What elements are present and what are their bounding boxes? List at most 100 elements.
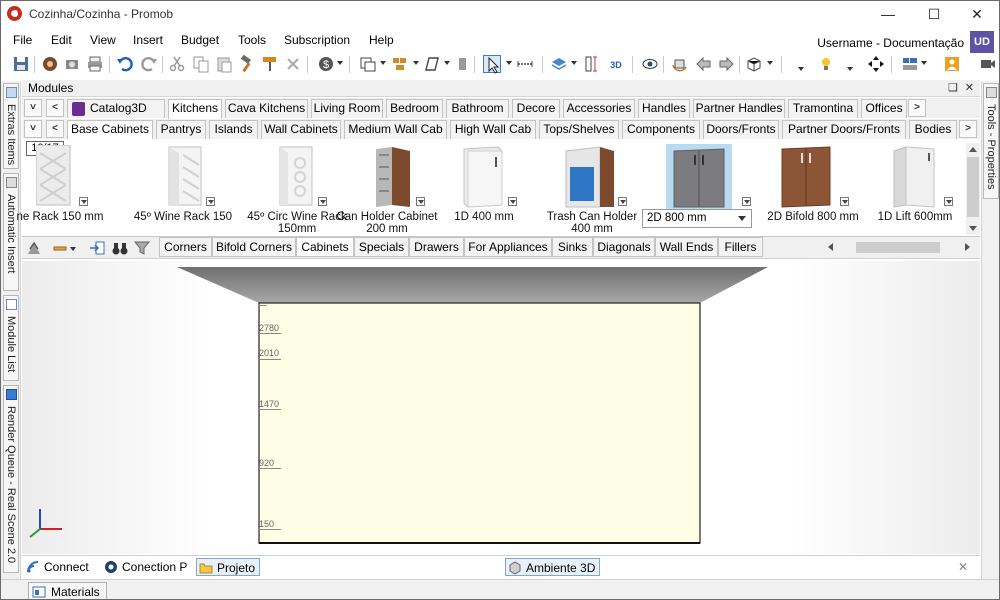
menu-insert[interactable]: Insert <box>133 33 163 47</box>
module-item[interactable]: ne Rack 150 mm <box>17 139 122 235</box>
import-icon[interactable] <box>88 239 106 257</box>
paste-icon[interactable] <box>215 55 233 73</box>
close-icon[interactable]: ✕ <box>965 81 974 94</box>
item-options-dropdown[interactable] <box>618 197 627 206</box>
scroll-left-button[interactable]: < <box>46 120 64 138</box>
tab-components[interactable]: Components <box>622 120 700 139</box>
tab-offices[interactable]: Offices <box>861 99 907 118</box>
selected-module-dropdown[interactable]: 2D 800 mm <box>642 209 752 228</box>
item-options-dropdown[interactable] <box>206 197 215 206</box>
close-view-icon[interactable]: ✕ <box>958 558 968 576</box>
tab-base-cabinets[interactable]: Base Cabinets <box>67 120 153 140</box>
tab-bathroom[interactable]: Bathroom <box>446 99 509 118</box>
tab-partner-handles[interactable]: Partner Handles <box>693 99 785 118</box>
tab-automatic-insert[interactable]: Automatic Insert <box>3 173 19 291</box>
conection-p-button[interactable]: Conection P <box>104 558 187 576</box>
subtab-corners[interactable]: Corners <box>159 237 212 257</box>
tab-tools-properties[interactable]: Tools - Properties <box>983 83 999 199</box>
connect-button[interactable]: Connect <box>26 558 89 576</box>
tab-wall-cabinets[interactable]: Wall Cabinets <box>261 120 341 139</box>
undo-icon[interactable] <box>116 55 134 73</box>
menu-tools[interactable]: Tools <box>238 33 266 47</box>
subtab-specials[interactable]: Specials <box>354 237 409 257</box>
tab-accessories[interactable]: Accessories <box>563 99 635 118</box>
scroll-right-button[interactable]: > <box>908 99 926 117</box>
dimension-icon[interactable] <box>583 55 601 73</box>
menu-file[interactable]: File <box>13 33 32 47</box>
hammer-icon[interactable] <box>238 54 256 73</box>
item-options-dropdown[interactable] <box>508 197 517 206</box>
tab-catalog3d[interactable]: Catalog3D <box>67 99 165 118</box>
item-options-dropdown[interactable] <box>742 197 751 206</box>
module-item[interactable]: 45º Wine Rack 150 <box>118 139 248 235</box>
filter-icon[interactable] <box>52 239 70 257</box>
tab-islands[interactable]: Islands <box>209 120 258 139</box>
item-options-dropdown[interactable] <box>944 197 953 206</box>
tab-high-wall-cab[interactable]: High Wall Cab <box>450 120 536 139</box>
materials-tab[interactable]: Materials <box>28 582 107 599</box>
3d-viewport[interactable]: 2780 2010 1470 920 150 <box>22 261 980 554</box>
save-icon[interactable] <box>12 55 30 73</box>
menu-help[interactable]: Help <box>369 33 394 47</box>
menu-view[interactable]: View <box>90 33 116 47</box>
subtab-wall-ends[interactable]: Wall Ends <box>655 237 718 257</box>
module-item[interactable]: Can Holder Cabinet 200 mm <box>328 139 446 235</box>
tab-extras-items[interactable]: Extras Items <box>3 83 19 169</box>
username-label[interactable]: Username - Documentação <box>817 36 964 50</box>
tab-bedroom[interactable]: Bedroom <box>386 99 443 118</box>
tab-living-room[interactable]: Living Room <box>311 99 383 118</box>
navigate-icon[interactable] <box>867 55 885 73</box>
budget-icon[interactable]: $ <box>317 55 335 73</box>
ambiente-3d-tab[interactable]: Ambiente 3D <box>505 558 601 576</box>
color-swatch-icon[interactable] <box>455 55 473 73</box>
item-options-dropdown[interactable] <box>416 197 425 206</box>
print-icon[interactable] <box>86 55 104 73</box>
layout-icon[interactable] <box>359 55 377 73</box>
move-left-icon[interactable] <box>695 55 713 73</box>
tab-handles[interactable]: Handles <box>638 99 690 118</box>
pin-icon[interactable]: ❑ <box>948 81 958 94</box>
funnel-icon[interactable] <box>133 239 151 257</box>
redo-icon[interactable] <box>140 55 158 73</box>
scroll-left-button[interactable]: < <box>46 99 64 117</box>
rotate-icon[interactable] <box>671 55 689 73</box>
avatar[interactable]: UD <box>970 31 994 53</box>
tab-cava-kitchens[interactable]: Cava Kitchens <box>225 99 308 118</box>
subtab-for-appliances[interactable]: For Appliances <box>464 237 552 257</box>
projeto-button[interactable]: Projeto <box>196 558 261 576</box>
scroll-right-button[interactable]: > <box>959 120 977 138</box>
shape-icon[interactable] <box>423 55 441 73</box>
module-item[interactable]: 1D 400 mm <box>442 139 542 235</box>
light-icon[interactable] <box>817 55 835 73</box>
grid-view-icon[interactable] <box>901 55 919 73</box>
tab-render-queue[interactable]: Render Queue - Real Scene 2.0 <box>3 385 19 573</box>
items-vertical-scrollbar[interactable] <box>966 143 980 235</box>
paint-roller-icon[interactable] <box>261 55 279 73</box>
subtab-diagonals[interactable]: Diagonals <box>593 237 655 257</box>
tab-tops-shelves[interactable]: Tops/Shelves <box>539 120 619 139</box>
subtab-cabinets[interactable]: Cabinets <box>296 237 354 257</box>
tab-bodies[interactable]: Bodies <box>909 120 957 139</box>
module-item[interactable]: 2D Bifold 800 mm <box>760 139 866 235</box>
render-icon[interactable] <box>63 55 81 73</box>
tab-pantrys[interactable]: Pantrys <box>156 120 206 139</box>
measure-icon[interactable] <box>516 55 534 73</box>
binoculars-icon[interactable] <box>111 239 129 257</box>
tab-module-list[interactable]: Module List <box>3 295 19 381</box>
person-icon[interactable] <box>943 55 961 73</box>
modules-group-icon[interactable] <box>391 55 409 73</box>
tab-medium-wall-cab[interactable]: Medium Wall Cab <box>344 120 447 139</box>
chevron-down-icon[interactable]: ˅ <box>24 99 42 117</box>
box-view-icon[interactable] <box>745 55 763 73</box>
tab-kitchens[interactable]: Kitchens <box>168 99 222 119</box>
tab-partner-doors-fronts[interactable]: Partner Doors/Fronts <box>782 120 906 139</box>
item-options-dropdown[interactable] <box>318 197 327 206</box>
toolbar-overflow-icon[interactable] <box>847 67 853 71</box>
video-icon[interactable] <box>979 55 997 73</box>
delete-icon[interactable] <box>284 55 302 73</box>
layers-icon[interactable] <box>550 55 568 73</box>
menu-subscription[interactable]: Subscription <box>284 33 350 47</box>
select-pointer-icon[interactable] <box>483 55 501 74</box>
subtab-fillers[interactable]: Fillers <box>718 237 763 257</box>
chevron-down-icon[interactable]: ˅ <box>24 120 42 138</box>
